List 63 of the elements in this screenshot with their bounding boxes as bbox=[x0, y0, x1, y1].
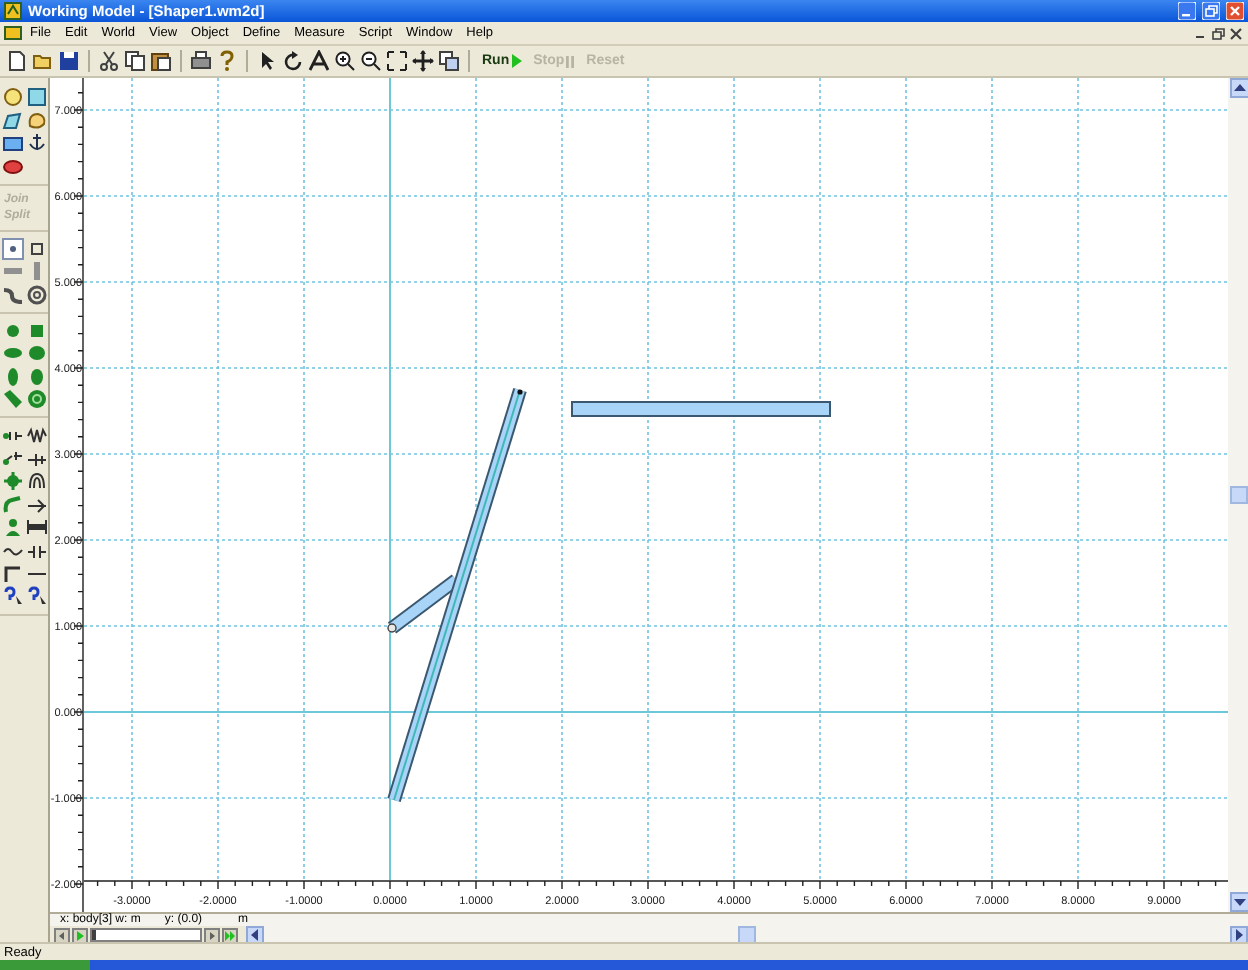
new-file-icon[interactable] bbox=[6, 50, 28, 72]
document-icon[interactable] bbox=[4, 24, 22, 42]
question-pointer-icon[interactable] bbox=[2, 585, 24, 607]
polygon-tool-icon[interactable] bbox=[2, 109, 24, 131]
pin-joint-icon[interactable] bbox=[2, 319, 24, 341]
rod-body[interactable] bbox=[387, 387, 527, 803]
fast-forward-icon[interactable] bbox=[222, 927, 238, 943]
point-tool-icon[interactable] bbox=[2, 237, 24, 259]
app-icon[interactable] bbox=[4, 2, 22, 20]
spring-icon[interactable] bbox=[26, 424, 48, 446]
curved-joint-icon[interactable] bbox=[2, 388, 24, 410]
actuator-icon[interactable] bbox=[26, 493, 48, 515]
keyed-slot-joint-icon[interactable] bbox=[26, 342, 48, 364]
rectangle-tool-icon[interactable] bbox=[2, 132, 24, 154]
scroll-down-button[interactable] bbox=[1229, 892, 1248, 912]
zoom-out-icon[interactable] bbox=[360, 50, 382, 72]
help-icon[interactable] bbox=[216, 50, 238, 72]
vertical-joint-icon[interactable] bbox=[2, 365, 24, 387]
restore-icon[interactable] bbox=[1210, 25, 1226, 41]
step-icon[interactable] bbox=[204, 927, 220, 943]
open-folder-icon[interactable] bbox=[32, 50, 54, 72]
zoom-fit-icon[interactable] bbox=[386, 50, 408, 72]
question-pointer-icon[interactable] bbox=[26, 585, 48, 607]
square-joint-icon[interactable] bbox=[26, 319, 48, 341]
pause-icon bbox=[566, 55, 575, 67]
torsion-spring-icon[interactable] bbox=[26, 470, 48, 492]
slot-joint-icon[interactable] bbox=[2, 342, 24, 364]
square-point-icon[interactable] bbox=[26, 237, 48, 259]
print-icon[interactable] bbox=[190, 50, 212, 72]
anchor-icon[interactable] bbox=[26, 132, 48, 154]
minimize-icon[interactable] bbox=[1178, 2, 1196, 20]
play-icon[interactable] bbox=[72, 927, 88, 943]
scroll-thumb[interactable] bbox=[1230, 486, 1248, 504]
pointer-icon[interactable] bbox=[256, 50, 278, 72]
ring-icon[interactable] bbox=[26, 283, 48, 305]
restore-icon[interactable] bbox=[1202, 2, 1220, 20]
vertical-scrollbar[interactable] bbox=[1228, 78, 1248, 912]
playback-slider[interactable] bbox=[90, 928, 202, 942]
bar-body[interactable] bbox=[571, 401, 831, 417]
move-icon[interactable] bbox=[412, 50, 434, 72]
paste-icon[interactable] bbox=[150, 50, 172, 72]
rotate-icon[interactable] bbox=[282, 50, 304, 72]
scroll-left-button[interactable] bbox=[246, 926, 264, 944]
cut-icon[interactable] bbox=[98, 50, 120, 72]
scroll-right-button[interactable] bbox=[1230, 926, 1248, 944]
person-motor-icon[interactable] bbox=[2, 516, 24, 538]
link-body[interactable] bbox=[387, 574, 461, 634]
ellipse-tool-icon[interactable] bbox=[2, 155, 24, 177]
target-joint-icon[interactable] bbox=[26, 388, 48, 410]
circle-tool-icon[interactable] bbox=[2, 86, 24, 108]
copy-icon[interactable] bbox=[124, 50, 146, 72]
play-icon bbox=[511, 54, 522, 68]
text-tool-icon[interactable] bbox=[308, 50, 330, 72]
step-back-icon[interactable] bbox=[54, 927, 70, 943]
scroll-up-button[interactable] bbox=[1229, 78, 1248, 98]
rigid-joint-icon[interactable] bbox=[26, 365, 48, 387]
square-tool-icon[interactable] bbox=[26, 86, 48, 108]
track-connect-icon[interactable] bbox=[438, 50, 460, 72]
save-icon[interactable] bbox=[58, 50, 80, 72]
curved-slot-icon[interactable] bbox=[2, 283, 24, 305]
zoom-in-icon[interactable] bbox=[334, 50, 356, 72]
close-icon[interactable] bbox=[1228, 25, 1244, 41]
curved-polygon-tool-icon[interactable] bbox=[26, 109, 48, 131]
